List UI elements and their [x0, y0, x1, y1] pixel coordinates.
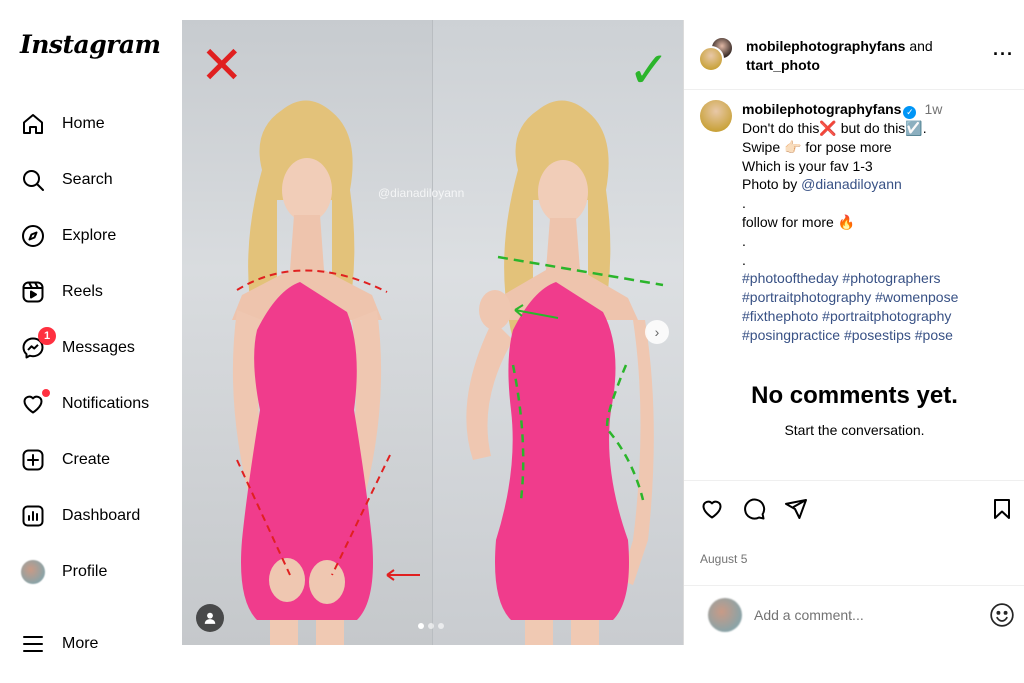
plus-square-icon — [20, 447, 46, 473]
send-icon — [785, 499, 807, 519]
comment-icon — [744, 498, 766, 520]
instagram-logo[interactable]: Instagram — [20, 30, 161, 59]
emoji-button[interactable] — [989, 602, 1015, 628]
home-icon — [20, 111, 46, 137]
pager-dot — [438, 623, 444, 629]
verified-badge-icon: ✓ — [903, 106, 917, 119]
chevron-right-icon: › — [654, 324, 660, 340]
heart-icon — [702, 500, 722, 519]
share-button[interactable] — [784, 497, 810, 523]
sidebar-item-more[interactable]: More — [20, 628, 98, 660]
post-date[interactable]: August 5 — [700, 552, 747, 566]
comment-input[interactable] — [754, 604, 974, 626]
avatar[interactable] — [700, 100, 732, 132]
sidebar-item-label: Explore — [62, 227, 117, 244]
hashtag-links[interactable]: #posingpractice #posestips #pose — [742, 326, 1018, 345]
more-options-icon[interactable]: ··· — [993, 44, 1014, 65]
wrong-pose-photo — [182, 20, 432, 645]
caption-username-link[interactable]: mobilephotographyfans — [742, 101, 901, 117]
carousel-pager — [418, 623, 444, 629]
author-joiner: and — [909, 38, 933, 54]
post-header: mobilephotographyfans and ttart_photo ··… — [684, 20, 1024, 90]
hashtag-links[interactable]: #photooftheday #photographers — [742, 269, 1018, 288]
heart-icon — [20, 389, 50, 417]
avatar — [21, 560, 45, 584]
sidebar-item-label: Profile — [62, 563, 108, 580]
watermark: @dianadiloyann — [378, 186, 465, 200]
wrong-mark-icon: ✕ — [200, 37, 244, 95]
comment-composer — [684, 585, 1024, 645]
avatar — [708, 598, 742, 632]
save-button[interactable] — [990, 497, 1016, 523]
user-tag-button[interactable] — [196, 604, 224, 632]
sidebar-item-label: Reels — [62, 283, 103, 300]
notification-dot — [42, 389, 50, 397]
caption-line: . — [742, 232, 746, 249]
messenger-icon: 1 — [20, 327, 56, 361]
caption-line: follow for more 🔥 — [742, 213, 856, 230]
post-details-panel: mobilephotographyfans and ttart_photo ··… — [683, 20, 1024, 645]
sidebar-item-explore[interactable]: Explore — [20, 220, 116, 252]
no-comments-heading: No comments yet. — [751, 382, 958, 409]
search-icon — [20, 167, 46, 193]
sidebar-item-reels[interactable]: Reels — [20, 276, 103, 308]
smiley-icon — [990, 603, 1014, 627]
comment-button[interactable] — [742, 497, 768, 523]
photographer-mention-link[interactable]: @dianadiloyann — [801, 176, 902, 192]
post-actions — [684, 480, 1024, 540]
caption-line: Photo by — [742, 176, 798, 193]
sidebar: Instagram Home Search Explore Reels 1 Me… — [0, 0, 182, 683]
sidebar-item-create[interactable]: Create — [20, 444, 110, 476]
sidebar-item-notifications[interactable]: Notifications — [20, 388, 149, 420]
sidebar-item-label: Create — [62, 451, 111, 468]
sidebar-item-messages[interactable]: 1 Messages — [20, 327, 135, 364]
person-icon — [204, 612, 216, 624]
sidebar-item-home[interactable]: Home — [20, 108, 105, 140]
caption-line: Don't do this❌ but do this☑️. — [742, 120, 927, 136]
sidebar-item-dashboard[interactable]: Dashboard — [20, 500, 140, 532]
hashtag-links[interactable]: #fixthephoto #portraitphotography — [742, 307, 1018, 326]
compass-icon — [20, 223, 46, 249]
collab-authors: mobilephotographyfans and ttart_photo — [746, 37, 966, 75]
start-conversation-text: Start the conversation. — [784, 422, 925, 438]
sidebar-item-label: Dashboard — [62, 507, 141, 524]
pager-dot — [418, 623, 424, 629]
post-time[interactable]: 1w — [924, 101, 942, 117]
coauthor-username-link[interactable]: ttart_photo — [746, 57, 820, 73]
caption-line: . — [742, 195, 746, 212]
collab-avatars[interactable] — [698, 36, 734, 72]
messages-badge: 1 — [38, 327, 56, 345]
sidebar-item-search[interactable]: Search — [20, 164, 113, 196]
post-image[interactable]: ✕ ✓ @dianadiloyann › — [182, 20, 683, 645]
reels-icon — [20, 279, 46, 305]
avatar — [698, 46, 724, 72]
like-button[interactable] — [700, 497, 726, 523]
sidebar-item-label: Notifications — [62, 395, 150, 412]
sidebar-item-label: Home — [62, 115, 105, 132]
sidebar-item-label: Messages — [62, 339, 135, 356]
dashboard-icon — [20, 503, 46, 529]
hashtag-links[interactable]: #portraitphotography #womenpose — [742, 288, 1018, 307]
author-username-link[interactable]: mobilephotographyfans — [746, 38, 905, 54]
caption-line: . — [742, 251, 746, 268]
sidebar-item-profile[interactable]: Profile — [20, 556, 107, 588]
caption-line: Swipe 👉🏻 for pose more — [742, 138, 892, 155]
bookmark-icon — [994, 499, 1010, 519]
hamburger-icon — [20, 631, 46, 657]
caption-line: Which is your fav 1-3 — [742, 157, 873, 174]
correct-mark-icon: ✓ — [628, 42, 670, 98]
next-slide-button[interactable]: › — [645, 320, 669, 344]
sidebar-item-label: Search — [62, 171, 113, 188]
pager-dot — [428, 623, 434, 629]
wrong-pose-illustration — [232, 100, 420, 645]
sidebar-item-label: More — [62, 635, 99, 652]
